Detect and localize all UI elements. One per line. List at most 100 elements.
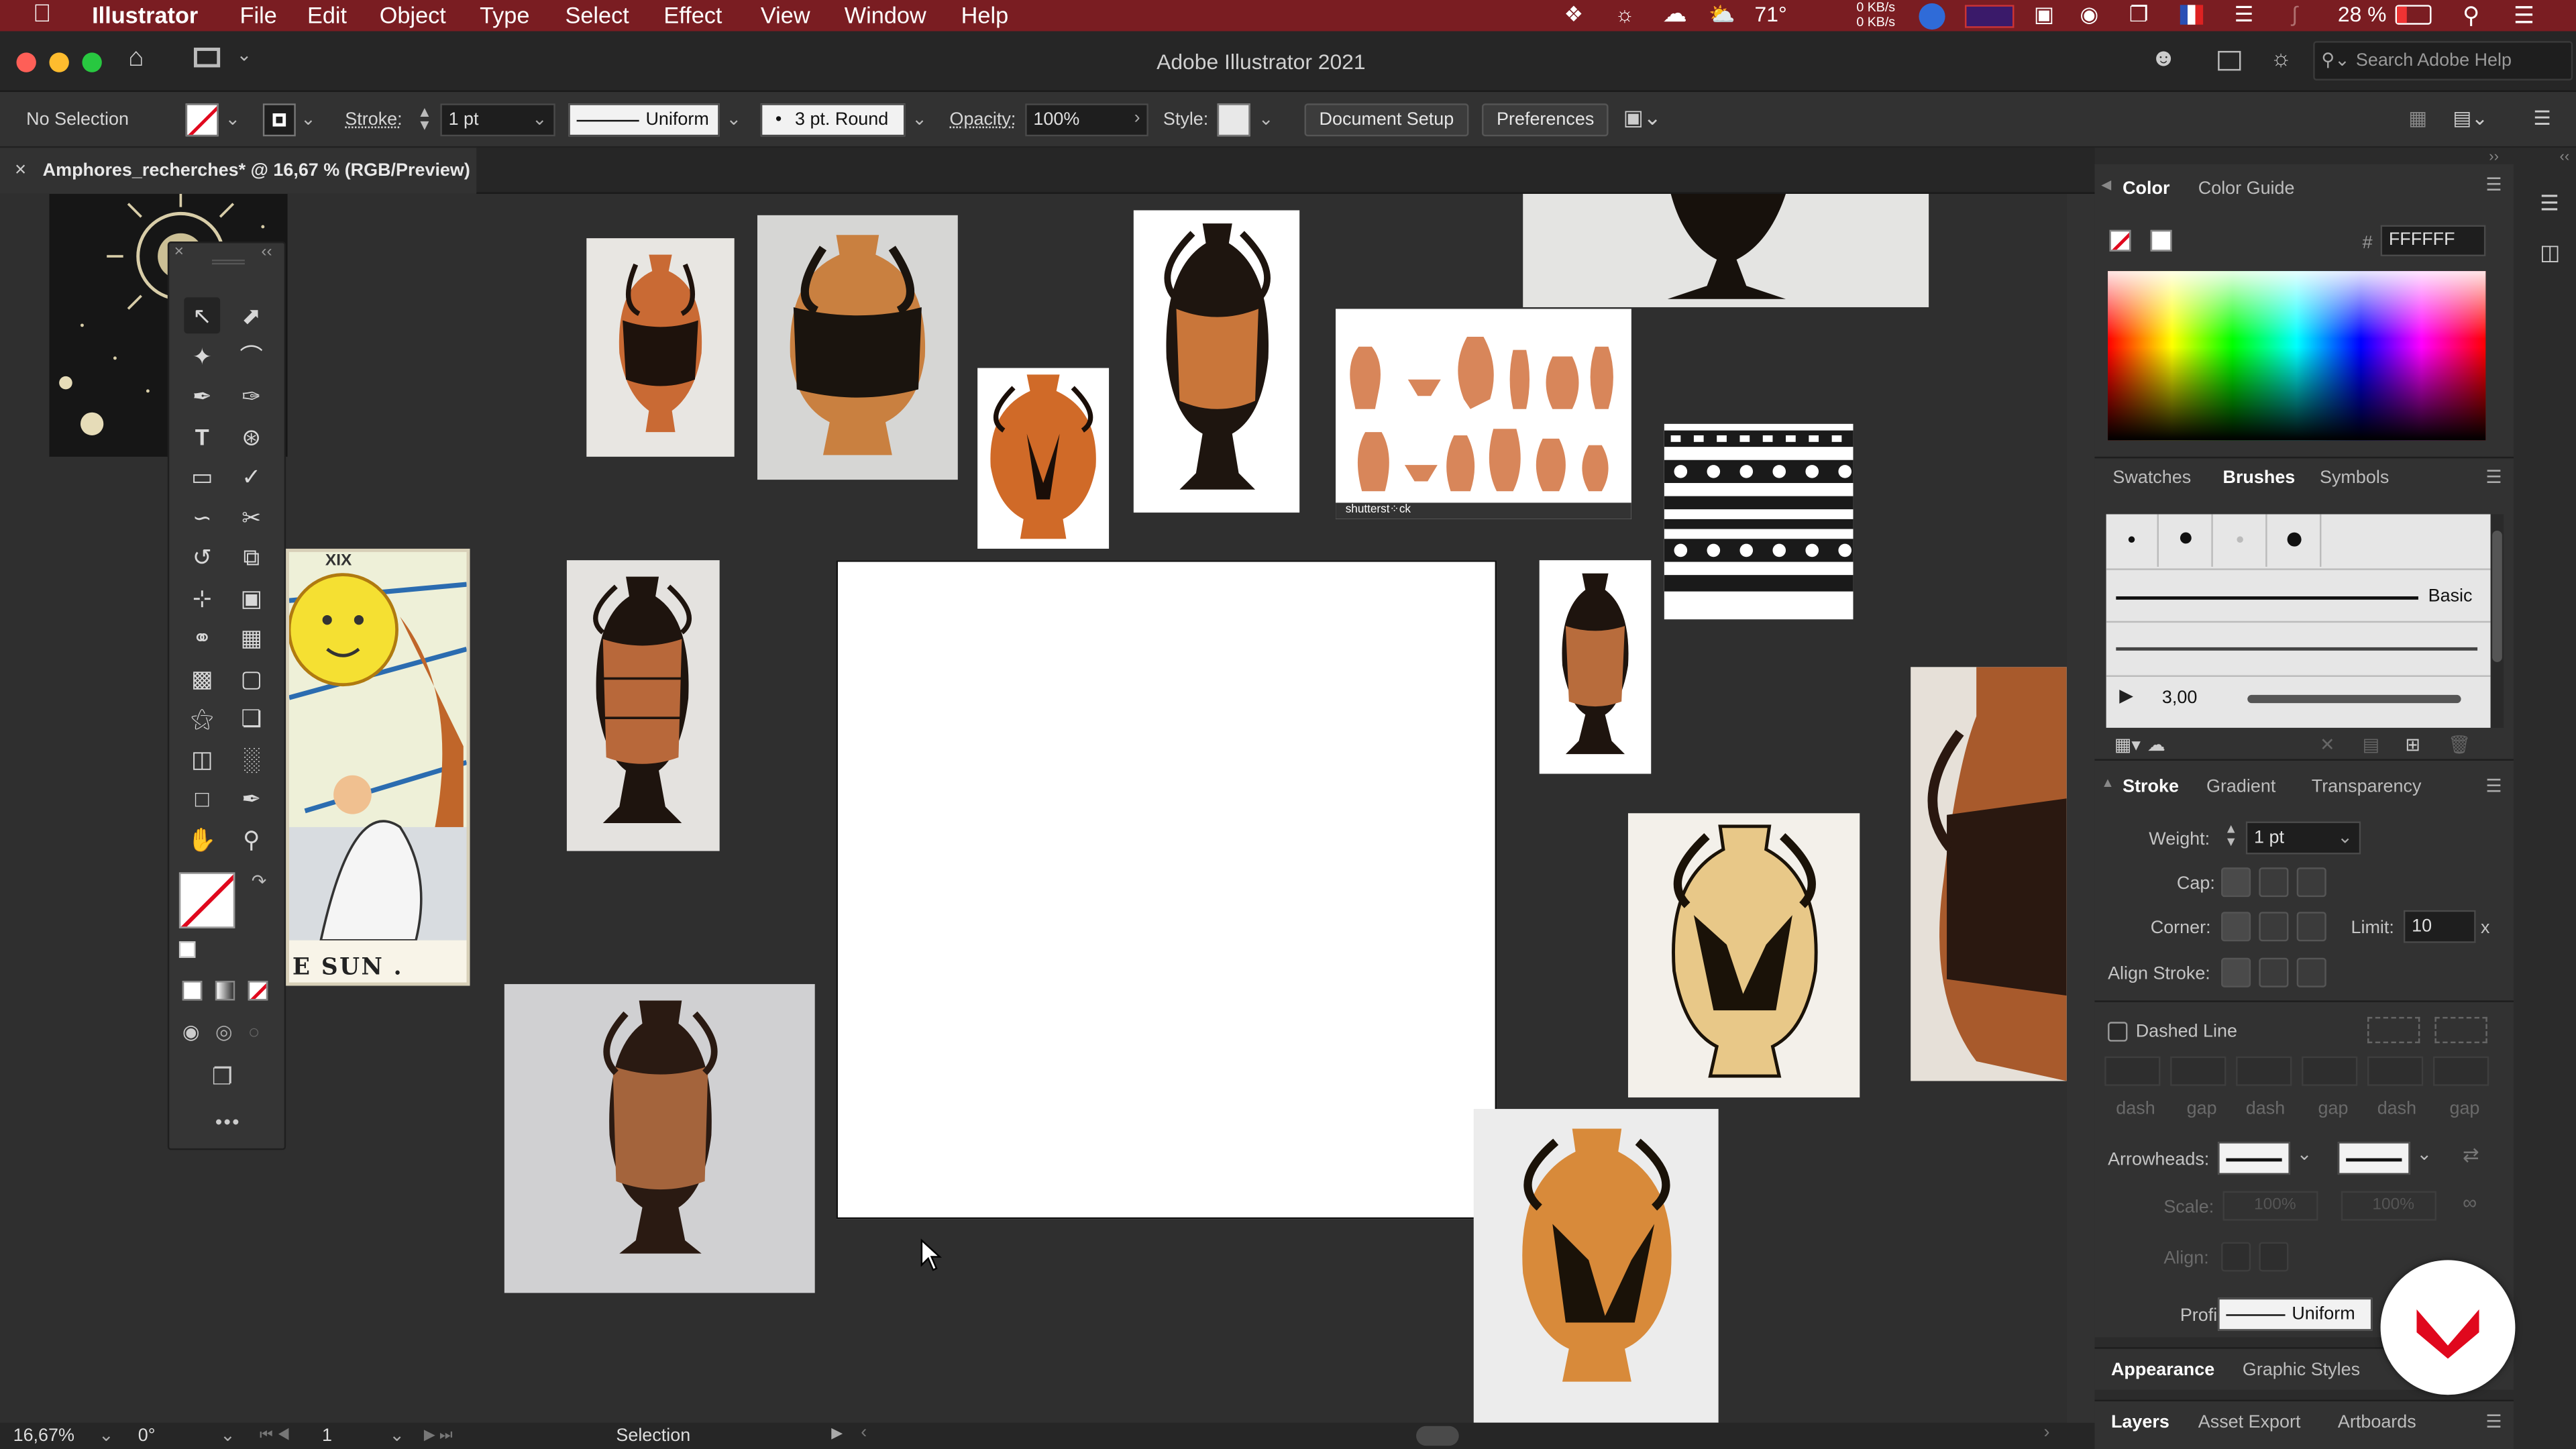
- siri-icon[interactable]: [1919, 3, 1945, 30]
- facetime-icon[interactable]: ▣: [2034, 1, 2054, 28]
- display-icon[interactable]: ◉: [2080, 1, 2098, 28]
- fill-dropdown-chevron-icon[interactable]: ⌄: [225, 109, 241, 129]
- menu-help[interactable]: Help: [961, 1, 1009, 28]
- gap-1-input[interactable]: [2170, 1056, 2226, 1086]
- chalk-brush-stroke[interactable]: [2116, 647, 2478, 651]
- libraries-panel-icon[interactable]: ☁: [2147, 735, 2165, 755]
- none-mode-icon[interactable]: [248, 981, 268, 1001]
- amphora-image-4[interactable]: [1133, 210, 1300, 513]
- dashed-line-checkbox[interactable]: [2108, 1022, 2128, 1042]
- close-tab-icon[interactable]: ×: [15, 158, 26, 180]
- color-panel-menu-icon[interactable]: ☰: [2485, 174, 2502, 195]
- miter-join-button[interactable]: [2221, 912, 2251, 942]
- round-join-button[interactable]: [2259, 912, 2289, 942]
- quick-actions-icon[interactable]: ▣⌄: [1623, 105, 1662, 131]
- start-arrowhead-chevron-icon[interactable]: ⌄: [2297, 1144, 2312, 1165]
- collapse-toolbox-icon[interactable]: ‹‹: [261, 243, 272, 261]
- stroke-weight-input[interactable]: 1 pt ⌄: [440, 103, 555, 137]
- align-stroke-center-button[interactable]: [2221, 957, 2251, 987]
- menu-object[interactable]: Object: [380, 1, 446, 28]
- dash-1-input[interactable]: [2104, 1056, 2161, 1086]
- gap-2-input[interactable]: [2302, 1056, 2358, 1086]
- default-fill-stroke-icon[interactable]: [178, 941, 196, 958]
- tab-asset-export[interactable]: Asset Export: [2198, 1413, 2301, 1432]
- stroke-profile-select[interactable]: Uniform: [2218, 1297, 2373, 1331]
- amphora-image-7[interactable]: [504, 983, 815, 1293]
- input-source-flag-icon[interactable]: [2180, 5, 2204, 25]
- lasso-tool-icon[interactable]: ⌒: [233, 338, 270, 374]
- miter-limit-input[interactable]: 10: [2403, 910, 2476, 943]
- spiral-tool-icon[interactable]: ⊛: [233, 419, 270, 455]
- home-icon[interactable]: ⌂: [128, 44, 144, 74]
- align-stroke-inside-button[interactable]: [2259, 957, 2289, 987]
- amphora-image-2[interactable]: [757, 215, 958, 480]
- delete-brush-icon[interactable]: 🗑: [2448, 735, 2471, 755]
- preferences-button[interactable]: Preferences: [1481, 103, 1609, 137]
- tab-symbols[interactable]: Symbols: [2320, 468, 2389, 488]
- spotlight-search-icon[interactable]: ⚲: [2463, 1, 2479, 30]
- brush-libraries-menu-icon[interactable]: ▦▾: [2114, 735, 2141, 755]
- align-stroke-outside-button[interactable]: [2296, 957, 2326, 987]
- properties-panel-icon[interactable]: ☰: [2540, 191, 2559, 217]
- start-arrowhead-select[interactable]: [2218, 1142, 2290, 1175]
- zoom-level[interactable]: 16,67%: [13, 1426, 74, 1446]
- edit-toolbar-more-icon[interactable]: •••: [215, 1111, 241, 1134]
- tab-graphic-styles[interactable]: Graphic Styles: [2243, 1360, 2360, 1380]
- document-tab[interactable]: × Amphores_recherches* @ 16,67 % (RGB/Pr…: [0, 148, 477, 194]
- rotation-chevron-icon[interactable]: ⌄: [220, 1424, 235, 1446]
- align-icon[interactable]: ▦: [2408, 107, 2427, 129]
- profile-chevron-icon[interactable]: ⌄: [726, 109, 741, 129]
- new-brush-icon[interactable]: ⊞: [2405, 735, 2420, 755]
- artboard[interactable]: [836, 560, 1497, 1220]
- help-search-field[interactable]: ⚲⌄ Search Adobe Help: [2313, 41, 2573, 81]
- control-bar-menu-icon[interactable]: ☰: [2533, 107, 2551, 129]
- greek-pattern-image[interactable]: [1664, 423, 1854, 620]
- tarot-sun-card-image[interactable]: XIX E SUN .: [286, 548, 470, 986]
- shutterstock-amphora-grid-image[interactable]: shutterst⁘ck: [1336, 309, 1631, 519]
- bevel-join-button[interactable]: [2296, 912, 2326, 942]
- amphora-image-8[interactable]: [1627, 813, 1860, 1097]
- share-user-icon[interactable]: ☻: [2151, 44, 2177, 72]
- scroll-left-icon[interactable]: ‹: [861, 1423, 867, 1442]
- tab-brushes[interactable]: Brushes: [2222, 468, 2295, 488]
- last-artboard-icon[interactable]: ▶ ⏭: [424, 1426, 453, 1444]
- workspace-switcher-icon[interactable]: [193, 48, 221, 68]
- amphora-image-5[interactable]: [566, 560, 720, 851]
- cloud-icon[interactable]: ☁: [1662, 0, 1687, 28]
- symbol-sprayer-tool-icon[interactable]: ◫: [184, 741, 220, 777]
- layers-panel-menu-icon[interactable]: ☰: [2485, 1411, 2502, 1432]
- dash-2-input[interactable]: [2236, 1056, 2292, 1086]
- draw-behind-icon[interactable]: ◎: [215, 1020, 233, 1043]
- brushes-panel-menu-icon[interactable]: ☰: [2485, 467, 2502, 488]
- gap-3-input[interactable]: [2432, 1056, 2489, 1086]
- tab-color[interactable]: Color: [2123, 179, 2169, 199]
- amphora-image-3[interactable]: [977, 368, 1110, 549]
- tab-artboards[interactable]: Artboards: [2338, 1413, 2416, 1432]
- variable-width-profile-select[interactable]: Uniform: [568, 103, 720, 137]
- hex-input[interactable]: FFFFFF: [2380, 225, 2486, 257]
- gradient-tool-icon[interactable]: ▢: [233, 660, 270, 696]
- amphora-image-6[interactable]: [1539, 560, 1652, 774]
- curvature-tool-icon[interactable]: ✑: [233, 378, 270, 414]
- direct-selection-tool-icon[interactable]: ⬈: [233, 297, 270, 333]
- first-artboard-icon[interactable]: ⏮ ◀: [260, 1426, 290, 1444]
- discover-lightbulb-icon[interactable]: ☼: [2271, 44, 2292, 70]
- weight-stepper-icon[interactable]: ▲ ▼: [2224, 822, 2237, 849]
- arrange-documents-icon[interactable]: [2218, 50, 2241, 71]
- fill-color-swatch[interactable]: [178, 872, 235, 928]
- battery-icon[interactable]: [2395, 5, 2432, 25]
- stroke-swatch[interactable]: [262, 103, 296, 137]
- dash-3-input[interactable]: [2367, 1056, 2424, 1086]
- screen-record-icon[interactable]: [1965, 5, 2015, 28]
- tab-layers[interactable]: Layers: [2111, 1413, 2169, 1432]
- collapse-dock-icon[interactable]: ››: [2489, 148, 2499, 164]
- width-tool-icon[interactable]: ⊹: [184, 580, 220, 616]
- menu-effect[interactable]: Effect: [663, 1, 722, 28]
- toolbox-grip[interactable]: [211, 259, 245, 265]
- artboard-chevron-icon[interactable]: ⌄: [389, 1424, 405, 1446]
- gradient-mode-icon[interactable]: [215, 981, 235, 1001]
- dash-exact-button[interactable]: [2367, 1016, 2420, 1044]
- control-center-icon[interactable]: ☰: [2514, 1, 2534, 30]
- scale-tool-icon[interactable]: ⧉: [233, 539, 270, 575]
- hand-tool-icon[interactable]: ✋: [184, 822, 220, 858]
